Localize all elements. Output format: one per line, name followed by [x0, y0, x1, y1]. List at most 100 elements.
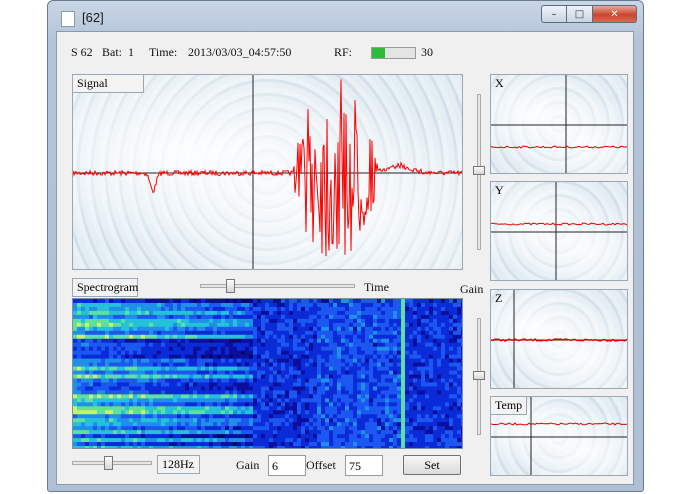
spectrogram-cell [385, 406, 389, 411]
spectrogram-cell [165, 302, 169, 308]
frequency-value: 128Hz [157, 455, 200, 474]
spectrogram-cell [393, 422, 397, 427]
spectrogram-cell [85, 438, 89, 443]
spectrogram-cell [253, 330, 257, 336]
gain-slider-thumb[interactable] [473, 371, 485, 380]
spectrogram-cell [405, 318, 409, 324]
spectrogram-cell [193, 410, 197, 415]
spectrogram-cell [213, 418, 217, 423]
spectrogram-cell [281, 306, 285, 312]
spectrogram-cell [413, 370, 417, 375]
spectrogram-cell [353, 302, 357, 308]
spectrogram-cell [293, 326, 297, 332]
spectrogram-cell [165, 346, 169, 352]
spectrogram-cell [89, 310, 93, 316]
spectrogram-cell [325, 310, 329, 316]
spectrogram-cell [341, 390, 345, 395]
spectrogram-cell [273, 418, 277, 423]
set-button[interactable]: Set [403, 455, 461, 475]
spectrogram-cell [265, 354, 269, 360]
spectrogram-cell [309, 346, 313, 352]
spectrogram-cell [109, 366, 113, 372]
spectrogram-cell [229, 414, 233, 419]
spectrogram-cell [429, 322, 433, 328]
spectrogram-cell [189, 358, 193, 364]
spectrogram-cell [117, 350, 121, 356]
spectrogram-cell [149, 398, 153, 403]
spectrogram-cell [301, 299, 305, 304]
spectrogram-cell [433, 374, 437, 379]
frequency-slider-thumb[interactable] [104, 456, 113, 470]
spectrogram-cell [181, 306, 185, 312]
offset-input[interactable]: 75 [345, 455, 383, 476]
spectrogram-cell [325, 430, 329, 435]
spectrogram-cell [373, 374, 377, 379]
close-button[interactable]: ✕ [593, 5, 637, 23]
spectrogram-cell [137, 370, 141, 375]
spectrogram-cell [221, 374, 225, 379]
spectrogram-cell [449, 346, 453, 352]
spectrogram-cell [265, 434, 269, 439]
time-slider-thumb[interactable] [226, 279, 235, 293]
spectrogram-cell [205, 414, 209, 419]
spectrogram-cell [401, 318, 405, 324]
spectrogram-cell [349, 346, 353, 352]
spectrogram-cell [329, 354, 333, 360]
spectrogram-cell [205, 306, 209, 312]
spectrogram-cell [393, 350, 397, 356]
spectrogram-cell [461, 338, 462, 344]
spectrogram-cell [389, 374, 393, 379]
spectrogram-cell [133, 350, 137, 356]
spectrogram-cell [221, 438, 225, 443]
spectrogram-cell [361, 422, 365, 427]
spectrogram-cell [425, 366, 429, 372]
spectrogram-cell [113, 410, 117, 415]
spectrogram-cell [141, 350, 145, 356]
spectrogram-cell [249, 370, 253, 375]
gain-input[interactable]: 6 [268, 455, 306, 476]
spectrogram-cell [93, 350, 97, 356]
spectrogram-cell [309, 334, 313, 340]
title-bar[interactable]: [62] – □ ✕ [48, 1, 643, 31]
spectrogram-cell [161, 354, 165, 360]
spectrogram-cell [73, 434, 77, 439]
spectrogram-cell [377, 358, 381, 364]
spectrogram-cell [201, 398, 205, 403]
spectrogram-cell [169, 370, 173, 375]
spectrogram-cell [289, 430, 293, 435]
spectrogram-cell [353, 390, 357, 395]
spectrogram-cell [225, 346, 229, 352]
spectrogram-cell [361, 434, 365, 439]
spectrogram-cell [209, 410, 213, 415]
spectrogram-cell [353, 410, 357, 415]
time-slider-track[interactable] [200, 284, 355, 288]
spectrogram-cell [93, 354, 97, 360]
spectrogram-cell [177, 338, 181, 344]
maximize-button[interactable]: □ [567, 5, 593, 23]
spectrogram-cell [113, 330, 117, 336]
spectrogram-cell [245, 342, 249, 348]
spectrogram-cell [169, 338, 173, 344]
spectrogram-cell [441, 370, 445, 375]
spectrogram-cell [197, 374, 201, 379]
spectrogram-cell [141, 326, 145, 332]
spectrogram-cell [265, 442, 269, 447]
spectrogram-cell [401, 422, 405, 427]
spectrogram-cell [333, 338, 337, 344]
spectrogram-cell [357, 302, 361, 308]
spectrogram-cell [157, 442, 161, 447]
signal-scale-slider-thumb[interactable] [473, 166, 485, 175]
spectrogram-cell [285, 358, 289, 364]
spectrogram-cell [77, 442, 81, 447]
minimize-button[interactable]: – [541, 5, 567, 23]
spectrogram-cell [201, 434, 205, 439]
spectrogram-cell [113, 398, 117, 403]
spectrogram-cell [413, 426, 417, 431]
spectrogram-cell [265, 346, 269, 352]
spectrogram-cell [137, 362, 141, 368]
spectrogram-cell [189, 342, 193, 348]
spectrogram-cell [169, 299, 173, 304]
spectrogram-cell [453, 426, 457, 431]
spectrogram-cell [269, 306, 273, 312]
spectrogram-cell [349, 422, 353, 427]
